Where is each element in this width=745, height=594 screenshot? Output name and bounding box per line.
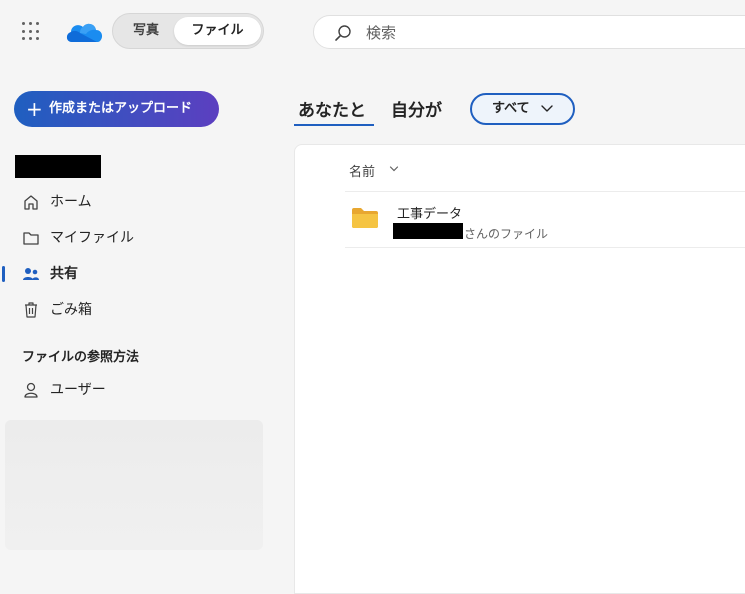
sidebar-item-label: ユーザー [50,382,106,398]
search-input[interactable] [364,21,728,45]
sidebar-item-trash[interactable]: ごみ箱 [0,292,270,328]
file-list-panel: 名前 工事データ さんのファイル [294,144,745,594]
files-tab[interactable]: ファイル [174,17,261,45]
create-or-upload-button[interactable]: + 作成またはアップロード [14,91,219,127]
sidebar-item-shared[interactable]: 共有 [0,256,270,292]
tab-shared-by-you[interactable]: 自分が [391,96,442,121]
file-name[interactable]: 工事データ [397,203,462,222]
filter-dropdown[interactable]: すべて [470,93,575,125]
sidebar-item-my-files[interactable]: マイファイル [0,220,270,256]
file-owner-text: さんのファイル [464,227,549,241]
column-header-name[interactable]: 名前 [349,161,399,180]
active-indicator [2,266,5,282]
home-icon [24,195,38,210]
sidebar-item-people[interactable]: ユーザー [0,372,270,408]
divider [345,247,745,248]
redacted-owner-name [393,223,463,239]
folder-icon [352,208,378,228]
search-box [313,15,745,49]
top-bar: 写真 ファイル [0,0,745,64]
plus-icon: + [26,97,43,121]
chevron-down-icon [389,166,399,172]
person-icon [24,382,38,398]
create-or-upload-label: 作成またはアップロード [49,101,193,116]
people-icon [23,268,39,280]
onedrive-logo-icon[interactable] [64,18,104,46]
search-icon [335,25,351,41]
sidebar-item-label: ホーム [50,194,92,210]
table-row[interactable]: 工事データ さんのファイル [345,195,745,247]
app-launcher-icon[interactable] [22,22,42,42]
trash-icon [25,302,37,318]
column-header-label: 名前 [349,165,376,180]
sidebar-item-label: 共有 [50,266,78,282]
tab-shared-with-you[interactable]: あなたと [298,96,366,121]
chevron-down-icon [541,105,553,112]
blurred-storage-area [5,420,263,550]
divider [345,191,745,192]
redacted-user-name [15,155,101,178]
selected-tab-underline [294,124,374,126]
photos-files-switcher: 写真 ファイル [112,13,264,49]
sidebar-item-home[interactable]: ホーム [0,184,270,220]
sidebar-item-label: マイファイル [50,230,134,246]
browse-files-by-heading: ファイルの参照方法 [22,350,140,365]
photos-tab[interactable]: 写真 [117,17,175,45]
folder-icon [23,232,39,245]
sidebar-item-label: ごみ箱 [50,302,92,318]
filter-label: すべて [492,101,530,116]
